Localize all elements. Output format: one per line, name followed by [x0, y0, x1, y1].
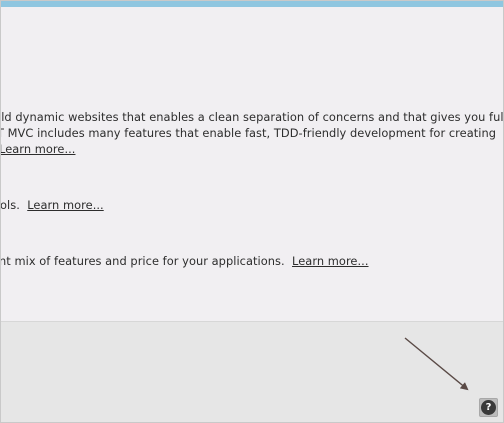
hosting-description-line: nt mix of features and price for your ap…: [1, 253, 369, 269]
bottom-panel: [1, 321, 503, 422]
hosting-description-text: nt mix of features and price for your ap…: [1, 254, 285, 268]
learn-more-link-tools[interactable]: Learn more...: [27, 198, 103, 212]
tools-description-text: ols.: [1, 198, 20, 212]
aspnet-mvc-description-line-1: ild dynamic websites that enables a clea…: [1, 110, 504, 124]
page-content: ild dynamic websites that enables a clea…: [1, 7, 504, 321]
tools-description-line: ols. Learn more...: [1, 197, 104, 213]
browser-window: ild dynamic websites that enables a clea…: [0, 0, 504, 423]
help-button[interactable]: ?: [479, 398, 498, 417]
aspnet-mvc-description-line-2: T MVC includes many features that enable…: [1, 126, 497, 140]
aspnet-mvc-description-line-3: Learn more...: [1, 141, 75, 157]
help-icon: ?: [481, 400, 496, 415]
learn-more-link-mvc[interactable]: Learn more...: [1, 142, 75, 156]
learn-more-link-hosting[interactable]: Learn more...: [292, 254, 368, 268]
